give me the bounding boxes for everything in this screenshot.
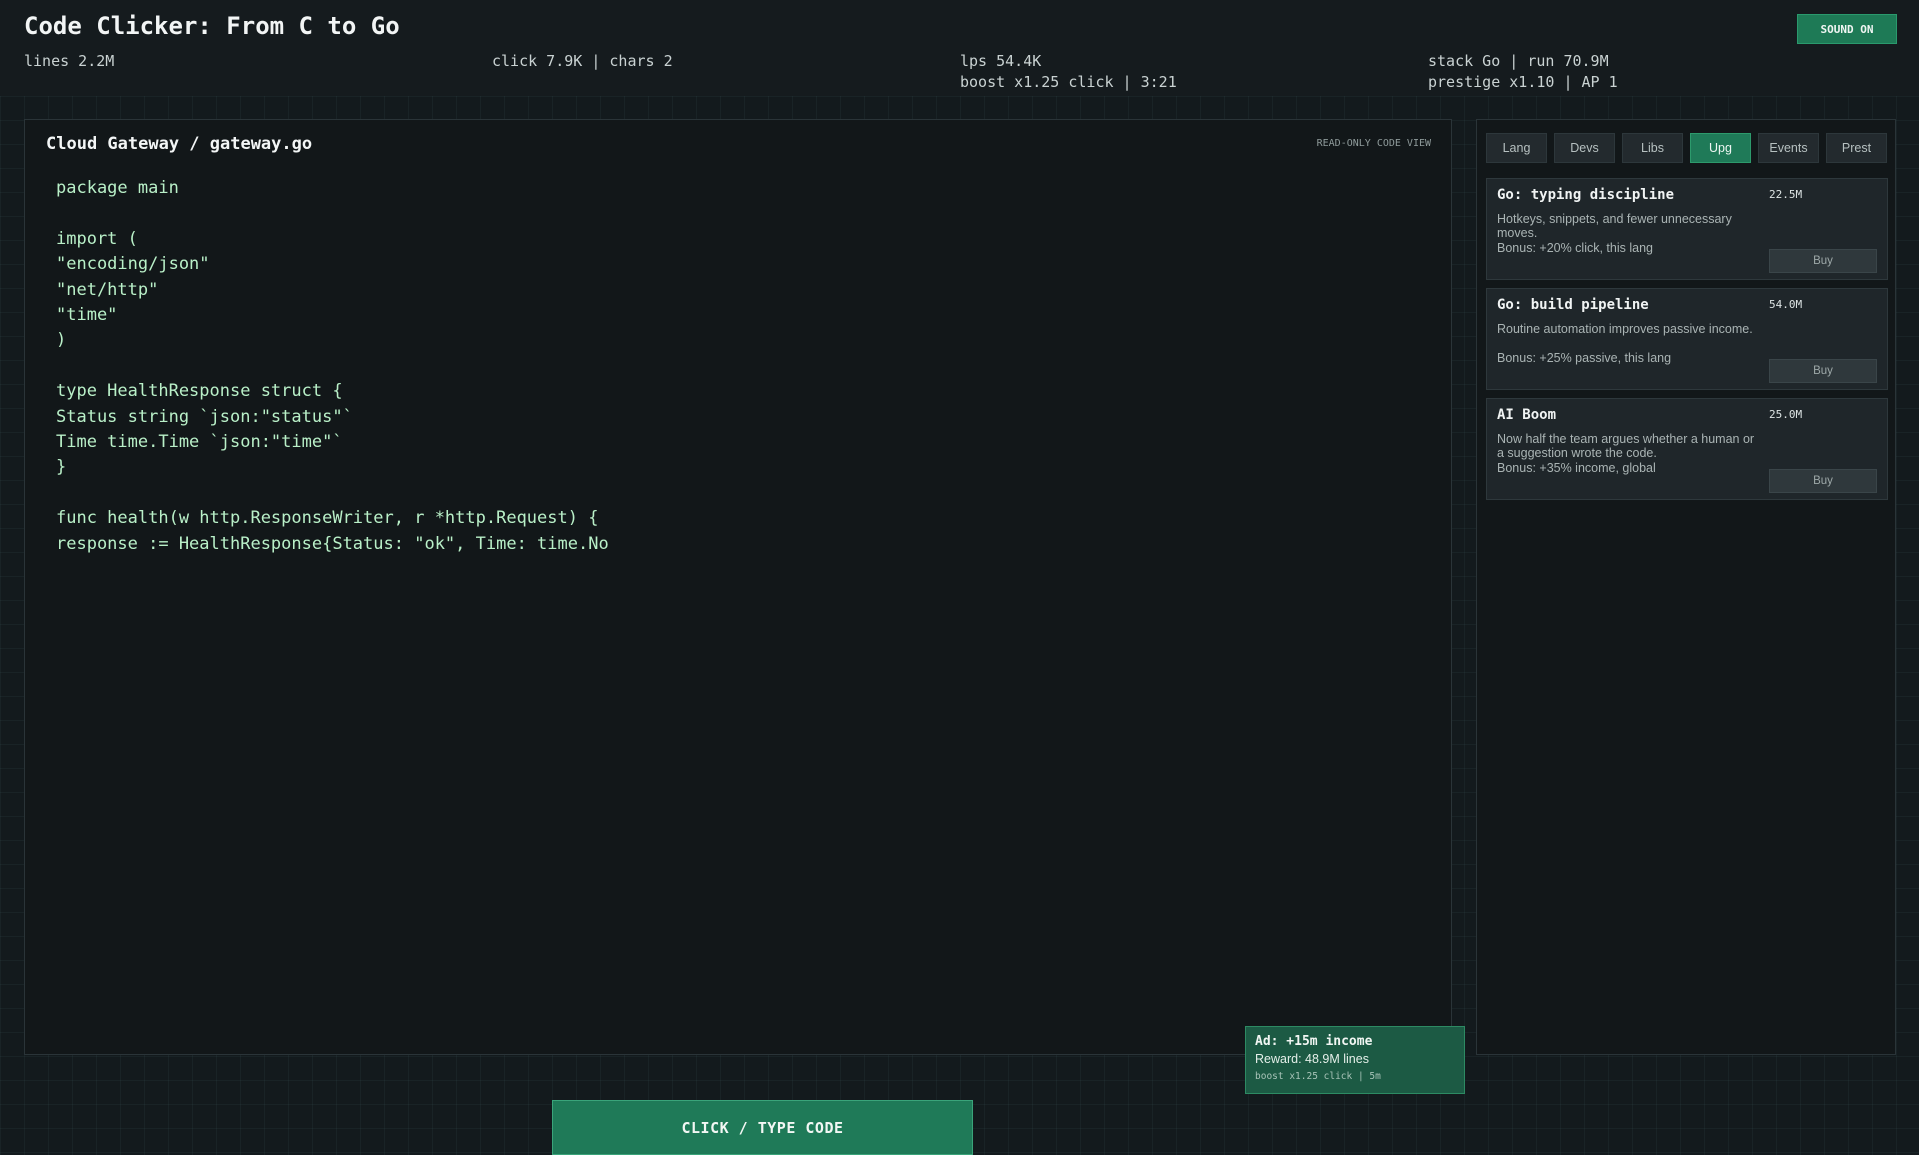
- upgrade-bonus: Bonus: +25% passive, this lang: [1497, 351, 1672, 365]
- upgrade-description: Now half the team argues whether a human…: [1497, 432, 1755, 460]
- tab-upg[interactable]: Upg: [1690, 133, 1751, 163]
- stats-lps: lps 54.4K boost x1.25 click | 3:21: [960, 51, 1177, 93]
- stats-lines: lines 2.2M: [24, 51, 114, 72]
- upgrade-bonus: Bonus: +35% income, global: [1497, 461, 1656, 475]
- prestige-stat: prestige x1.10 | AP 1: [1428, 73, 1618, 91]
- game-title: Code Clicker: From C to Go: [24, 12, 400, 40]
- lines-stat: lines 2.2M: [24, 52, 115, 70]
- boost-stat: boost x1.25 click | 3:21: [960, 73, 1177, 91]
- upgrade-card: Go: typing discipline 22.5M Hotkeys, sni…: [1486, 178, 1888, 280]
- buy-button[interactable]: Buy: [1769, 249, 1877, 273]
- upgrade-cost: 25.0M: [1769, 408, 1803, 421]
- upgrade-name: AI Boom: [1497, 407, 1557, 423]
- upgrade-description: Routine automation improves passive inco…: [1497, 322, 1753, 336]
- upgrade-list: Go: typing discipline 22.5M Hotkeys, sni…: [1486, 178, 1888, 508]
- readonly-label: READ-ONLY CODE VIEW: [1316, 138, 1431, 149]
- buy-button[interactable]: Buy: [1769, 359, 1877, 383]
- ad-subtitle: boost x1.25 click | 5m: [1255, 1071, 1381, 1082]
- upgrade-description: Hotkeys, snippets, and fewer unnecessary…: [1497, 212, 1732, 240]
- shop-tabs: Lang Devs Libs Upg Events Prest: [1486, 133, 1887, 163]
- tab-libs[interactable]: Libs: [1622, 133, 1683, 163]
- upgrade-name: Go: build pipeline: [1497, 297, 1649, 313]
- stats-stack: stack Go | run 70.9M prestige x1.10 | AP…: [1428, 51, 1618, 93]
- upgrade-cost: 54.0M: [1769, 298, 1803, 311]
- tab-devs[interactable]: Devs: [1554, 133, 1615, 163]
- tab-events[interactable]: Events: [1758, 133, 1819, 163]
- upgrade-card: Go: build pipeline 54.0M Routine automat…: [1486, 288, 1888, 390]
- tab-lang[interactable]: Lang: [1486, 133, 1547, 163]
- top-bar: Code Clicker: From C to Go SOUND ON line…: [0, 0, 1919, 96]
- upgrade-bonus: Bonus: +20% click, this lang: [1497, 241, 1653, 255]
- sound-toggle-button[interactable]: SOUND ON: [1797, 14, 1897, 44]
- upgrade-card: AI Boom 25.0M Now half the team argues w…: [1486, 398, 1888, 500]
- tab-prest[interactable]: Prest: [1826, 133, 1887, 163]
- shop-panel: Lang Devs Libs Upg Events Prest Go: typi…: [1476, 119, 1896, 1055]
- click-type-code-button[interactable]: CLICK / TYPE CODE: [552, 1100, 973, 1155]
- ad-reward: Reward: 48.9M lines: [1255, 1052, 1369, 1066]
- code-view: package main import ( "encoding/json" "n…: [56, 178, 609, 554]
- stats-click: click 7.9K | chars 2: [492, 51, 673, 72]
- ad-offer-card[interactable]: Ad: +15m income Reward: 48.9M lines boos…: [1245, 1026, 1465, 1094]
- upgrade-cost: 22.5M: [1769, 188, 1803, 201]
- code-panel-title: Cloud Gateway / gateway.go: [46, 134, 313, 154]
- stack-stat: stack Go | run 70.9M: [1428, 52, 1609, 70]
- code-panel: Cloud Gateway / gateway.go READ-ONLY COD…: [24, 119, 1465, 1155]
- lps-stat: lps 54.4K: [960, 52, 1042, 70]
- upgrade-name: Go: typing discipline: [1497, 187, 1675, 203]
- buy-button[interactable]: Buy: [1769, 469, 1877, 493]
- ad-title: Ad: +15m income: [1255, 1034, 1373, 1049]
- click-stat: click 7.9K | chars 2: [492, 52, 673, 70]
